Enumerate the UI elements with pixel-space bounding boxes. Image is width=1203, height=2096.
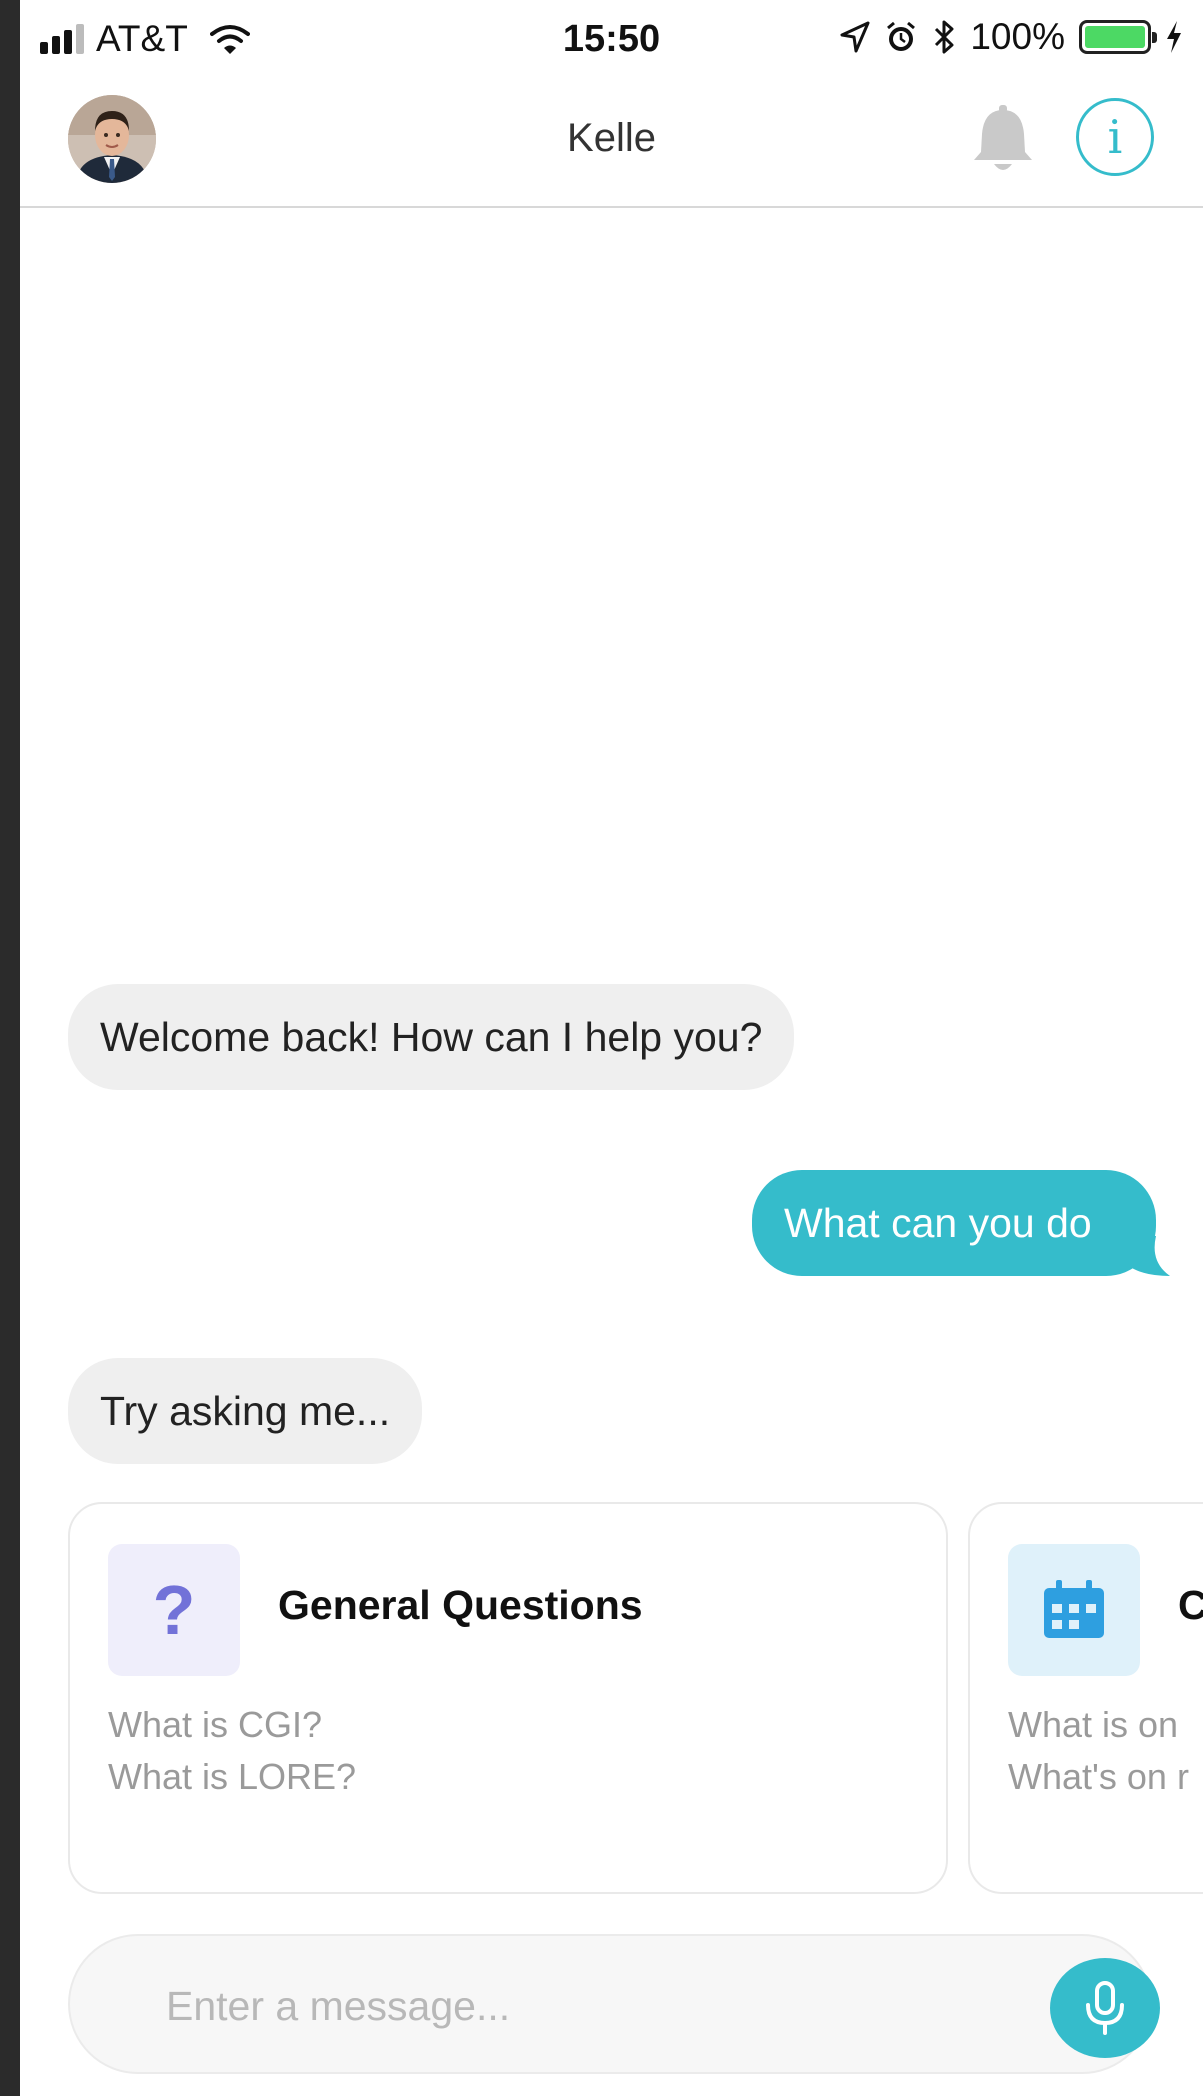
status-bar: AT&T 15:50 100% — [20, 0, 1203, 80]
suggestion-card-general-questions[interactable]: ? General Questions What is CGI? What is… — [68, 1502, 948, 1894]
bot-message-bubble: Welcome back! How can I help you? — [68, 984, 795, 1090]
suggestion-card-title: C — [1178, 1582, 1203, 1628]
info-icon: i — [1107, 110, 1123, 164]
suggestion-example[interactable]: What is on — [1008, 1704, 1178, 1746]
calendar-icon — [1044, 1580, 1104, 1638]
question-mark-icon: ? — [108, 1544, 240, 1676]
calendar-icon-box — [1008, 1544, 1140, 1676]
message-input[interactable] — [166, 1978, 966, 2034]
suggestion-card-calendar[interactable]: C What is on What's on r — [968, 1502, 1203, 1894]
battery-fill — [1085, 26, 1145, 48]
microphone-button[interactable] — [1050, 1958, 1160, 2058]
charging-bolt-icon — [1167, 21, 1181, 53]
info-button[interactable]: i — [1076, 98, 1154, 176]
suggestion-card-title: General Questions — [278, 1582, 643, 1628]
suggestion-example[interactable]: What is LORE? — [108, 1756, 356, 1798]
chat-header: Kelle i — [20, 80, 1203, 208]
location-arrow-icon — [840, 21, 870, 53]
message-text: What can you do — [784, 1199, 1092, 1246]
alarm-icon — [887, 21, 916, 51]
battery-percent: 100% — [970, 16, 1065, 57]
phone-screen: AT&T 15:50 100% Kelle i Welcome back! Ho… — [20, 0, 1203, 2096]
bot-message-bubble: Try asking me... — [68, 1358, 423, 1464]
suggestion-example[interactable]: What is CGI? — [108, 1704, 322, 1746]
message-text: Welcome back! How can I help you? — [100, 1013, 763, 1060]
status-right: 100% — [840, 16, 1183, 58]
battery-icon — [1079, 20, 1157, 54]
bluetooth-icon — [935, 20, 954, 54]
suggestion-example[interactable]: What's on r — [1008, 1756, 1189, 1798]
message-text: Try asking me... — [100, 1387, 391, 1434]
message-composer — [68, 1934, 1160, 2074]
microphone-icon — [1086, 1981, 1124, 2035]
notification-bell-icon[interactable] — [968, 104, 1038, 176]
user-message-bubble: What can you do — [752, 1170, 1156, 1276]
